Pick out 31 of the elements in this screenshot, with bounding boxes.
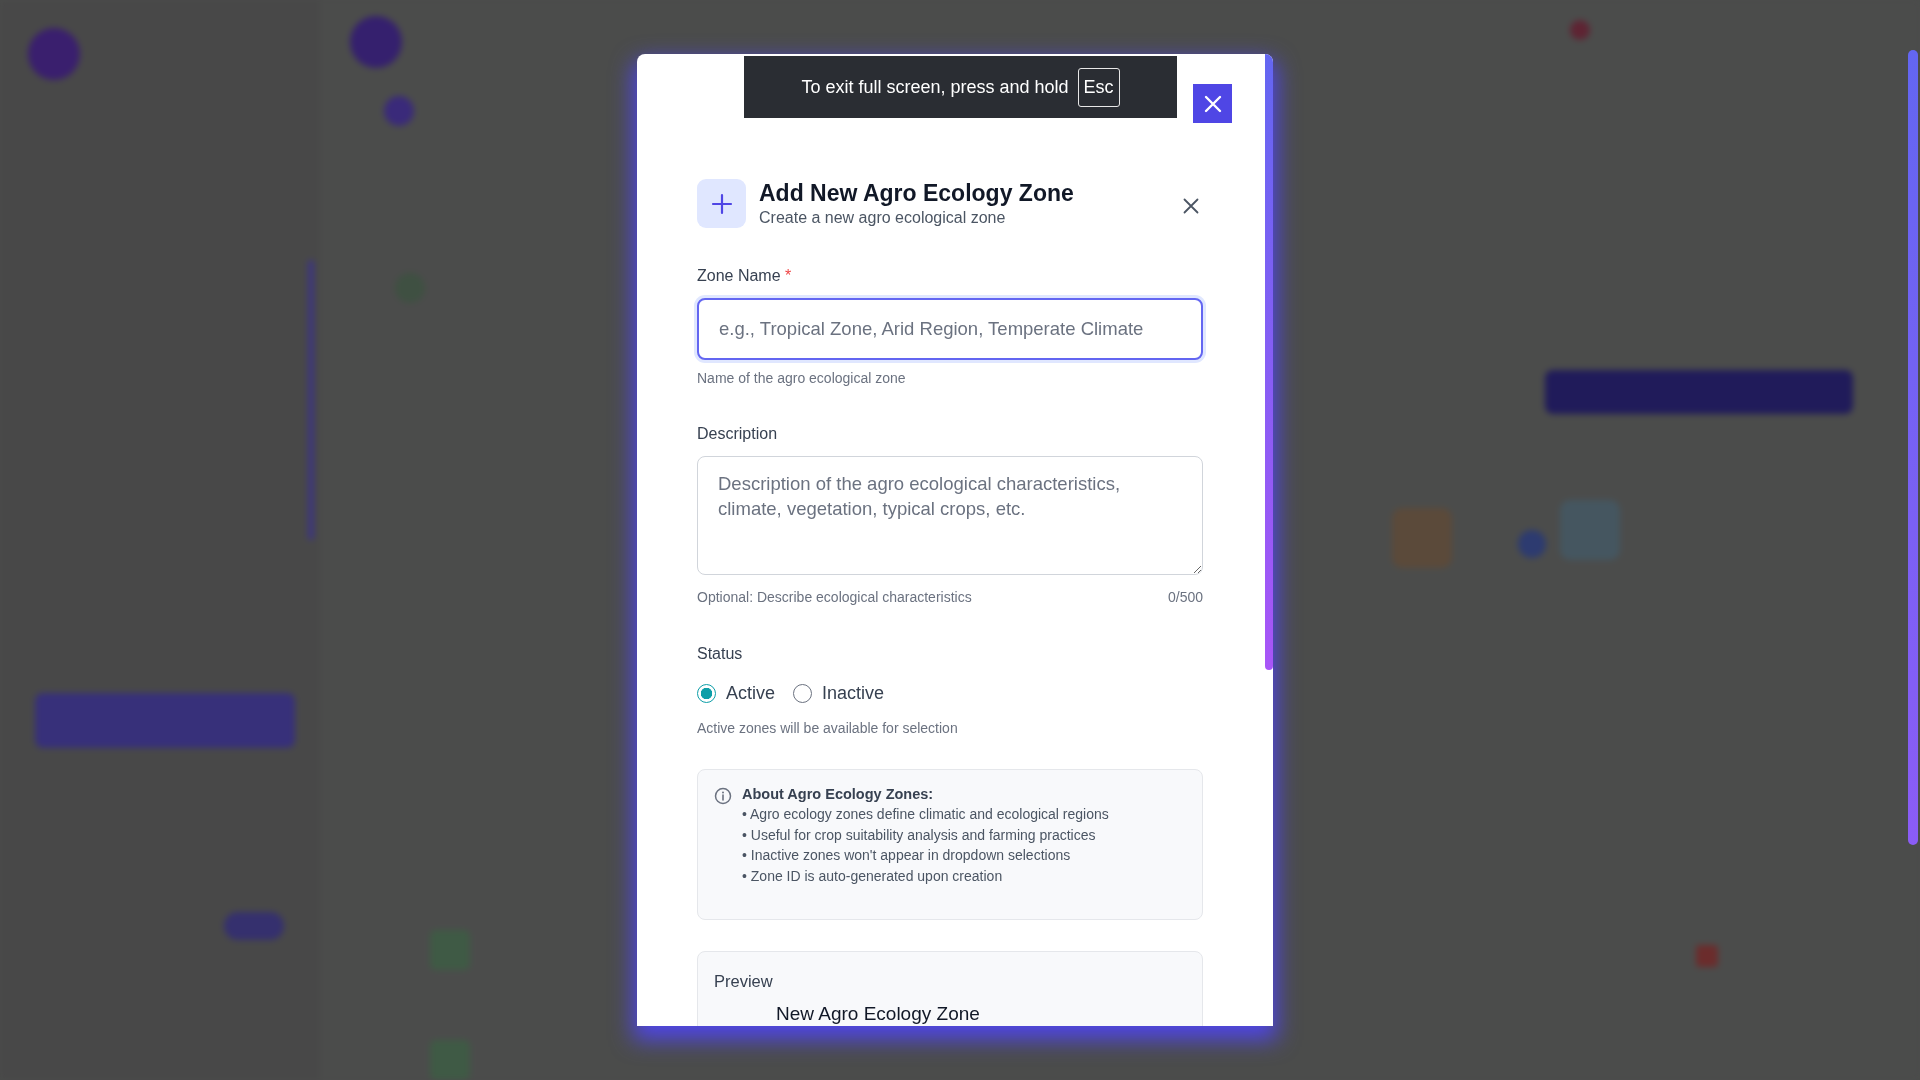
close-button[interactable] [1193, 84, 1232, 123]
preview-label: Preview [714, 972, 774, 991]
radio-button[interactable] [697, 683, 716, 703]
radio-button[interactable] [793, 683, 813, 703]
helper-text: Name of the agro ecological zone [697, 369, 906, 387]
field-label: Zone Name * [697, 266, 793, 286]
helper-text: Active zones will be available for selection [697, 719, 959, 737]
info-list-item: • Useful for crop suitability analysis and farming practices [742, 825, 1097, 845]
info-title: About Agro Ecology Zones: [742, 785, 935, 804]
preview-zone-name: New Agro Ecology Zone [776, 1003, 981, 1025]
info-list-item: • Agro ecology zones define climatic and ecological regions [742, 805, 1109, 824]
page-scrollbar[interactable] [1908, 50, 1918, 845]
dialog-title: Add New Agro Ecology Zone [759, 179, 1074, 207]
info-icon [714, 787, 732, 805]
dialog-scrollbar[interactable] [1265, 54, 1273, 670]
plus-icon [697, 179, 746, 228]
key-label: Esc [1077, 67, 1120, 107]
field-label: Status [697, 644, 744, 664]
zone-name-field[interactable]: e.g., Tropical Zone, Arid Region, Temperate Climate [697, 298, 1203, 360]
info-list-item: • Zone ID is auto-generated upon creation [742, 866, 1004, 886]
info-list-item: • Inactive zones won't appear in dropdown selections [742, 846, 1072, 865]
character-counter: 0/500 [1167, 588, 1203, 606]
radio-label[interactable]: Inactive [822, 682, 885, 704]
helper-text: Optional: Describe ecological characteristics [697, 588, 972, 606]
radio-label[interactable]: Active [726, 682, 776, 704]
close-icon [1202, 93, 1223, 114]
notice-text: To exit full screen, press and hold [801, 76, 1069, 98]
close-icon [1183, 198, 1199, 214]
dialog-subtitle: Create a new agro ecological zone [759, 208, 1007, 228]
description-field[interactable]: Description of the agro ecological characteristics, climate, vegetation, typical crops, etc. [697, 456, 1203, 575]
field-label: Description [697, 424, 779, 444]
